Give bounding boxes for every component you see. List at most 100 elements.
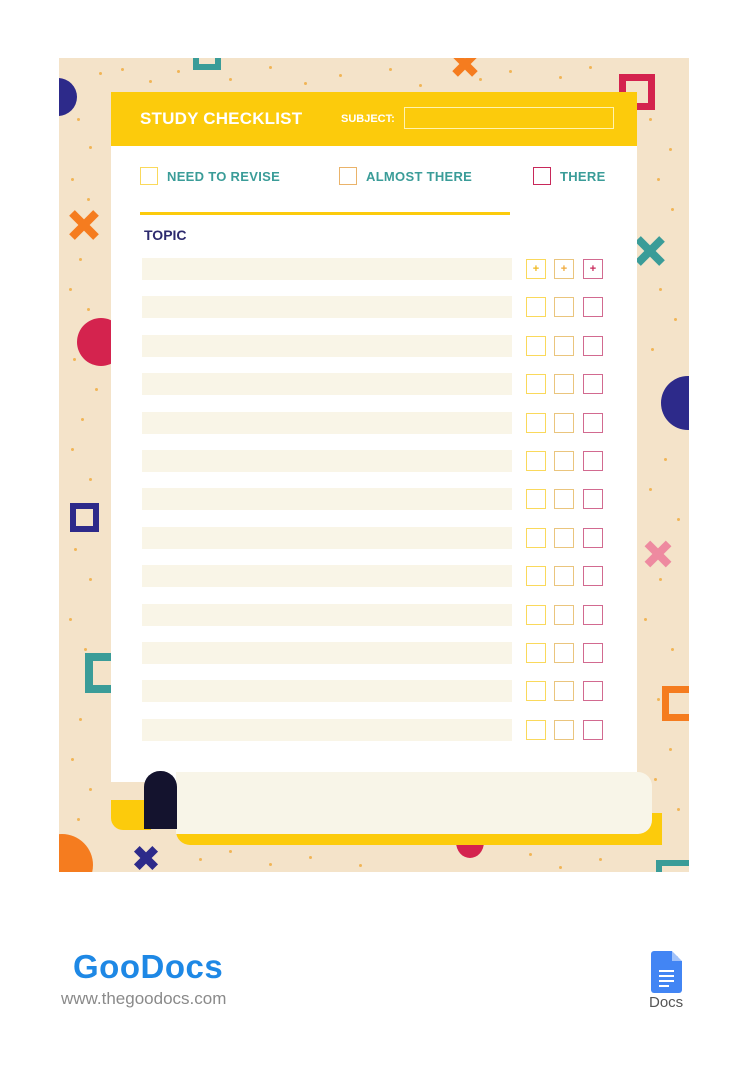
topic-row[interactable] (142, 680, 512, 703)
almost-there-checkbox[interactable] (554, 451, 574, 471)
almost-there-checkbox[interactable] (554, 527, 574, 548)
confetti-dot (669, 148, 672, 151)
there-checkbox[interactable] (583, 604, 603, 625)
confetti-dot (269, 863, 272, 866)
confetti-dot (359, 864, 362, 867)
confetti-dot (79, 718, 82, 721)
there-checkbox[interactable] (583, 335, 603, 356)
need-to-revise-checkbox[interactable] (526, 527, 546, 548)
legend-need-to-revise: NEED TO REVISE (140, 165, 280, 187)
need-to-revise-checkbox[interactable] (526, 335, 546, 356)
confetti-dot (309, 856, 312, 859)
confetti-dot (199, 858, 202, 861)
confetti-dot (89, 146, 92, 149)
subject-input[interactable] (404, 107, 614, 129)
there-checkbox[interactable] (583, 374, 603, 395)
checklist-card: STUDY CHECKLIST SUBJECT: NEED TO REVISE … (111, 92, 637, 782)
legend-box-crimson (533, 167, 551, 185)
there-checkbox[interactable] (583, 566, 603, 587)
almost-there-checkbox[interactable] (554, 681, 574, 702)
confetti-dot (77, 118, 80, 121)
confetti-dot (651, 348, 654, 351)
confetti-dot (95, 388, 98, 391)
confetti-dot (149, 80, 152, 83)
there-checkbox[interactable] (583, 719, 603, 740)
legend-label: ALMOST THERE (366, 168, 473, 184)
docs-label: Docs (649, 994, 684, 1011)
need-to-revise-checkbox[interactable] (526, 451, 546, 471)
checklist-page: STUDY CHECKLIST SUBJECT: NEED TO REVISE … (59, 58, 689, 872)
almost-there-checkbox[interactable] (554, 489, 574, 510)
topic-row[interactable] (142, 450, 512, 472)
confetti-dot (677, 808, 680, 811)
almost-there-checkbox[interactable] (554, 412, 574, 433)
confetti-dot (671, 648, 674, 651)
need-to-revise-checkbox[interactable] (526, 643, 546, 663)
topic-row[interactable] (142, 373, 512, 396)
almost-there-checkbox[interactable] (554, 297, 574, 318)
page-title: STUDY CHECKLIST (140, 109, 303, 128)
there-checkbox[interactable] (583, 489, 603, 510)
there-checkbox[interactable] (583, 412, 603, 433)
topic-row[interactable] (142, 488, 512, 511)
topic-row[interactable] (142, 258, 512, 280)
topic-row[interactable] (142, 296, 512, 319)
need-to-revise-checkbox[interactable] (526, 681, 546, 702)
there-checkbox[interactable] (583, 527, 603, 548)
confetti-dot (419, 84, 422, 87)
there-checkbox[interactable] (583, 643, 603, 663)
confetti-dot (589, 66, 592, 69)
confetti-dot (664, 458, 667, 461)
legend-label: NEED TO REVISE (167, 168, 281, 184)
legend-box-yellow (140, 167, 158, 185)
confetti-dot (69, 618, 72, 621)
topic-row[interactable] (142, 642, 512, 664)
there-checkbox[interactable]: + (583, 259, 603, 279)
almost-there-checkbox[interactable] (554, 719, 574, 740)
topic-row[interactable] (142, 718, 512, 741)
confetti-dot (389, 68, 392, 71)
almost-there-checkbox[interactable] (554, 604, 574, 625)
confetti-dot (74, 548, 77, 551)
topic-row[interactable] (142, 411, 512, 434)
there-checkbox[interactable] (583, 451, 603, 471)
need-to-revise-checkbox[interactable] (526, 374, 546, 395)
pink-x-icon (643, 539, 673, 569)
confetti-dot (649, 488, 652, 491)
need-to-revise-checkbox[interactable] (526, 566, 546, 587)
confetti-dot (87, 308, 90, 311)
need-to-revise-checkbox[interactable] (526, 412, 546, 433)
topic-row[interactable] (142, 526, 512, 549)
topic-row[interactable] (142, 603, 512, 626)
footer-panel (176, 772, 652, 834)
need-to-revise-checkbox[interactable] (526, 489, 546, 510)
confetti-dot (69, 288, 72, 291)
legend-label: THERE (560, 168, 606, 184)
almost-there-checkbox[interactable] (554, 643, 574, 663)
need-to-revise-checkbox[interactable] (526, 719, 546, 740)
almost-there-checkbox[interactable] (554, 374, 574, 395)
orange-square-icon (662, 686, 689, 721)
confetti-dot (89, 578, 92, 581)
need-to-revise-checkbox[interactable] (526, 297, 546, 318)
goodocs-logo: GooDocs (73, 948, 224, 985)
confetti-dot (657, 698, 660, 701)
almost-there-checkbox[interactable]: + (554, 259, 574, 279)
almost-there-checkbox[interactable] (554, 335, 574, 356)
footer-dark-tab (144, 771, 177, 829)
confetti-dot (669, 748, 672, 751)
there-checkbox[interactable] (583, 297, 603, 318)
topic-row[interactable] (142, 565, 512, 588)
confetti-dot (79, 258, 82, 261)
almost-there-checkbox[interactable] (554, 566, 574, 587)
need-to-revise-checkbox[interactable] (526, 604, 546, 625)
need-to-revise-checkbox[interactable]: + (526, 259, 546, 279)
topic-row[interactable] (142, 334, 512, 357)
confetti-dot (229, 78, 232, 81)
brand-url[interactable]: www.thegoodocs.com (61, 989, 226, 1009)
confetti-dot (229, 850, 232, 853)
confetti-dot (81, 418, 84, 421)
google-docs-icon (651, 951, 682, 993)
confetti-dot (659, 578, 662, 581)
there-checkbox[interactable] (583, 681, 603, 702)
